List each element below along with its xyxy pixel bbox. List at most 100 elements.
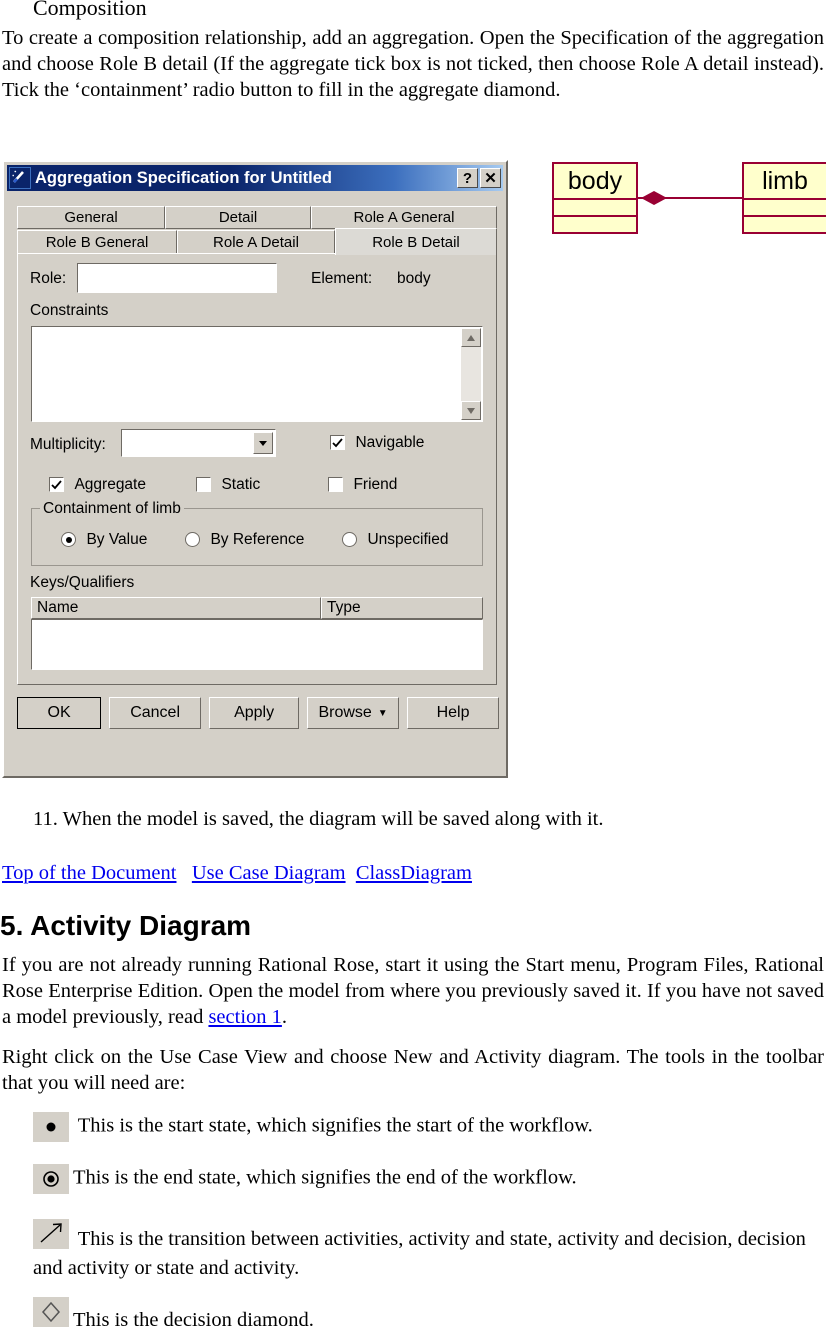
browse-button[interactable]: Browse ▼ bbox=[307, 697, 400, 729]
element-label: Element: bbox=[311, 270, 373, 287]
tab-general[interactable]: General bbox=[17, 206, 165, 229]
radio-by-value[interactable]: By Value bbox=[61, 531, 147, 549]
tool-item-start-state: This is the start state, which signifies… bbox=[33, 1112, 823, 1142]
checkbox-friend-box[interactable] bbox=[328, 477, 343, 493]
tab-detail[interactable]: Detail bbox=[165, 206, 311, 229]
checkbox-navigable-box[interactable] bbox=[330, 435, 345, 451]
checkbox-navigable-label: Navigable bbox=[355, 434, 425, 451]
scroll-down-icon[interactable] bbox=[461, 401, 481, 420]
page-title: Composition bbox=[33, 0, 147, 20]
role-b-detail-panel: Role: Element: body Constraints Multipli… bbox=[17, 253, 497, 685]
radio-by-value-label: By Value bbox=[86, 531, 148, 548]
tab-role-b-general[interactable]: Role B General bbox=[17, 230, 177, 253]
activity-paragraph-1: If you are not already running Rational … bbox=[2, 953, 824, 1030]
uml-class-diagram: body limb bbox=[552, 162, 826, 242]
radio-by-reference[interactable]: By Reference bbox=[185, 531, 304, 549]
activity-diagram-heading: 5. Activity Diagram bbox=[0, 910, 252, 941]
link-top-of-document[interactable]: Top of the Document bbox=[2, 862, 176, 884]
nav-link-row: Top of the Document Use Case Diagram Cla… bbox=[2, 860, 826, 886]
activity-paragraph-1-text: If you are not already running Rational … bbox=[2, 954, 824, 1028]
tool-transition-label: This is the transition between activitie… bbox=[33, 1227, 806, 1279]
checkbox-aggregate[interactable]: Aggregate bbox=[49, 476, 146, 494]
radio-by-reference-button[interactable] bbox=[185, 532, 200, 548]
tab-strip: General Detail Role A General Role B Gen… bbox=[17, 206, 497, 255]
tab-row-1: General Detail Role A General bbox=[17, 206, 497, 229]
multiplicity-label: Multiplicity: bbox=[30, 436, 106, 453]
tool-decision-label: This is the decision diamond. bbox=[73, 1308, 314, 1331]
checkbox-aggregate-box[interactable] bbox=[49, 477, 64, 493]
tool-start-state-label: This is the start state, which signifies… bbox=[73, 1114, 593, 1137]
cancel-button[interactable]: Cancel bbox=[109, 697, 202, 729]
tab-role-a-detail[interactable]: Role A Detail bbox=[177, 230, 335, 253]
link-class-diagram[interactable]: ClassDiagram bbox=[356, 862, 472, 884]
checkbox-navigable[interactable]: Navigable bbox=[330, 434, 424, 452]
link-sep-2 bbox=[346, 862, 356, 884]
transition-arrow-icon[interactable] bbox=[33, 1219, 69, 1249]
scroll-up-icon[interactable] bbox=[461, 328, 481, 347]
dialog-button-row: OK Cancel Apply Browse ▼ Help bbox=[17, 697, 499, 729]
link-use-case-diagram[interactable]: Use Case Diagram bbox=[192, 862, 346, 884]
radio-unspecified-label: Unspecified bbox=[367, 531, 449, 548]
role-label: Role: bbox=[30, 270, 67, 287]
browse-button-label: Browse bbox=[318, 704, 372, 721]
constraints-label: Constraints bbox=[30, 302, 109, 319]
radio-unspecified[interactable]: Unspecified bbox=[342, 531, 448, 549]
radio-by-value-button[interactable] bbox=[61, 532, 76, 548]
close-icon[interactable]: ✕ bbox=[480, 168, 501, 188]
ok-button[interactable]: OK bbox=[17, 697, 102, 729]
tab-role-a-general[interactable]: Role A General bbox=[311, 206, 497, 229]
radio-unspecified-button[interactable] bbox=[342, 532, 357, 548]
tool-end-state-label: This is the end state, which signifies t… bbox=[73, 1166, 577, 1189]
decision-diamond-icon[interactable] bbox=[33, 1297, 69, 1327]
activity-paragraph-2: Right click on the Use Case View and cho… bbox=[2, 1046, 824, 1094]
aggregation-specification-dialog: Aggregation Specification for Untitled ?… bbox=[2, 160, 508, 778]
containment-group: Containment of limb By Value By Referenc… bbox=[31, 500, 483, 566]
column-header-name[interactable]: Name bbox=[31, 597, 321, 619]
constraints-textarea[interactable] bbox=[31, 326, 483, 422]
tab-role-b-detail[interactable]: Role B Detail bbox=[335, 228, 497, 255]
checkbox-static-label: Static bbox=[221, 476, 261, 493]
chevron-down-icon: ▼ bbox=[377, 707, 388, 719]
help-titlebar-button[interactable]: ? bbox=[457, 168, 478, 188]
uml-class-body[interactable]: body bbox=[552, 162, 638, 234]
keys-qualifiers-label: Keys/Qualifiers bbox=[30, 574, 135, 591]
link-section-1[interactable]: section 1 bbox=[208, 1006, 281, 1028]
keys-qualifiers-body[interactable] bbox=[31, 619, 483, 670]
constraints-value bbox=[32, 327, 482, 333]
role-input[interactable] bbox=[77, 263, 277, 293]
table-header-row: Name Type bbox=[31, 597, 483, 619]
tool-item-decision: This is the decision diamond. bbox=[33, 1297, 823, 1331]
apply-button[interactable]: Apply bbox=[209, 697, 300, 729]
uml-class-body-attributes bbox=[554, 200, 636, 217]
constraints-scrollbar[interactable] bbox=[461, 328, 481, 420]
radio-by-reference-label: By Reference bbox=[210, 531, 305, 548]
uml-class-limb-name: limb bbox=[744, 164, 826, 200]
end-state-icon[interactable] bbox=[33, 1164, 69, 1194]
role-input-value bbox=[78, 264, 276, 274]
containment-group-title: Containment of limb bbox=[40, 500, 184, 518]
composition-diamond[interactable] bbox=[641, 191, 667, 205]
chevron-down-icon[interactable] bbox=[253, 432, 273, 454]
uml-class-limb-attributes bbox=[744, 200, 826, 217]
checkbox-friend-label: Friend bbox=[353, 476, 398, 493]
column-header-type[interactable]: Type bbox=[321, 597, 483, 619]
tab-row-2: Role B General Role A Detail Role B Deta… bbox=[17, 228, 497, 255]
step-11-text: 11. When the model is saved, the diagram… bbox=[33, 808, 604, 830]
uml-class-limb-operations bbox=[744, 217, 826, 234]
help-button[interactable]: Help bbox=[407, 697, 499, 729]
element-value: body bbox=[397, 270, 431, 287]
keys-qualifiers-table: Name Type bbox=[31, 597, 483, 670]
multiplicity-combobox[interactable] bbox=[121, 429, 276, 457]
tool-item-end-state: This is the end state, which signifies t… bbox=[33, 1164, 823, 1194]
checkbox-aggregate-label: Aggregate bbox=[74, 476, 146, 493]
dialog-titlebar[interactable]: Aggregation Specification for Untitled ?… bbox=[7, 165, 503, 191]
link-sep-1 bbox=[176, 862, 191, 884]
uml-class-limb[interactable]: limb bbox=[742, 162, 826, 234]
checkbox-static-box[interactable] bbox=[196, 477, 211, 493]
checkbox-static[interactable]: Static bbox=[196, 476, 260, 494]
uml-class-body-operations bbox=[554, 217, 636, 234]
magic-wand-icon bbox=[9, 167, 31, 189]
intro-paragraph: To create a composition relationship, ad… bbox=[2, 27, 824, 101]
start-state-icon[interactable] bbox=[33, 1112, 69, 1142]
checkbox-friend[interactable]: Friend bbox=[328, 476, 397, 494]
